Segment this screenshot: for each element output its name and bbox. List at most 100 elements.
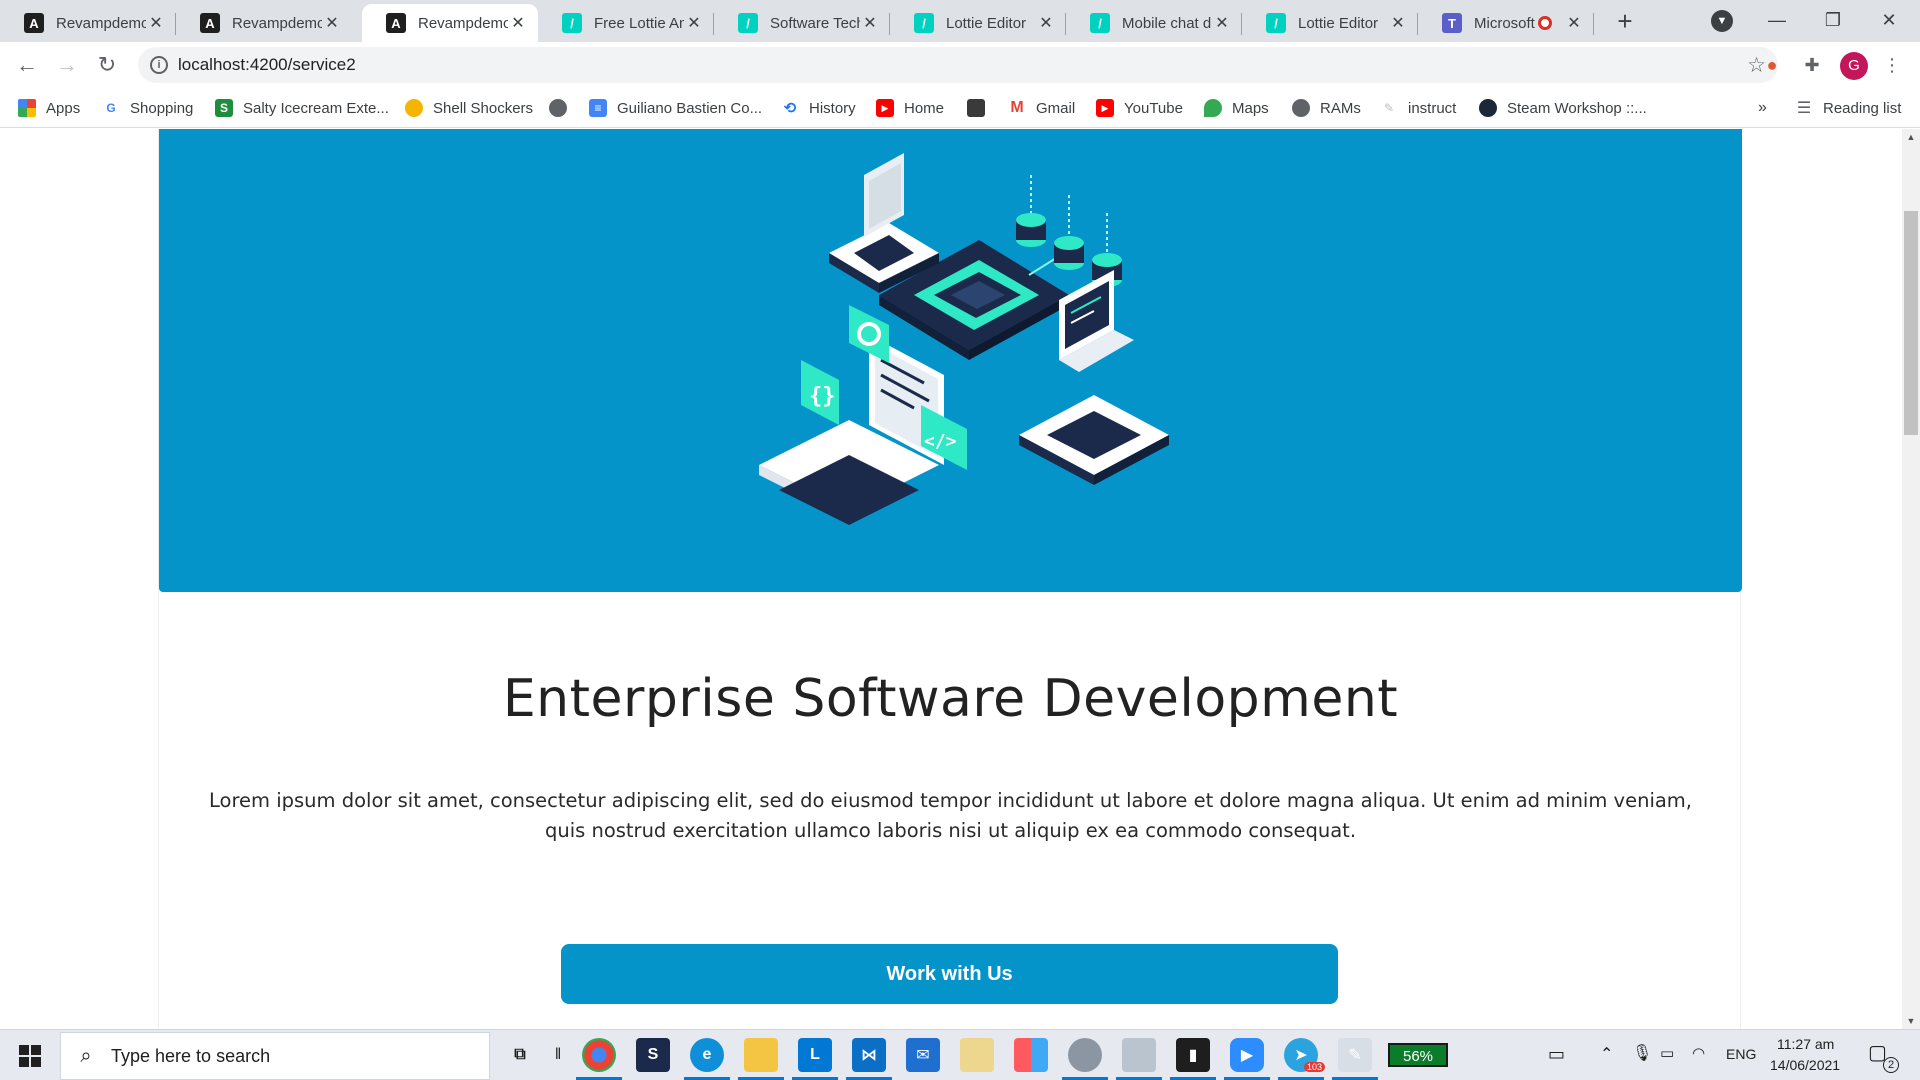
duckduckgo-extension-icon[interactable]: ● (1760, 53, 1784, 77)
tab-title: Lottie Editor (946, 14, 1027, 32)
angular-icon: A (24, 13, 44, 33)
bookmark-steam-workshop[interactable]: Steam Workshop ::... (1479, 96, 1647, 120)
bookmark-label: History (809, 99, 856, 117)
tab-mobile-chat[interactable]: / Mobile chat di ✕ (1066, 4, 1242, 42)
app-l-icon[interactable]: L (792, 1038, 838, 1080)
tab-microsoft-teams[interactable]: T Microsoft ✕ (1418, 4, 1594, 42)
tab-search-icon[interactable]: ▼ (1711, 10, 1733, 32)
bookmark-docs[interactable]: ≡ Guiliano Bastien Co... (589, 96, 762, 120)
reload-button[interactable]: ↻ (92, 50, 122, 80)
close-icon[interactable]: ✕ (508, 13, 528, 33)
url-text[interactable]: localhost:4200/service2 (178, 55, 356, 75)
tray-chevron-icon[interactable]: ⌃ (1600, 1044, 1613, 1064)
tab-software-tech[interactable]: / Software Techi ✕ (714, 4, 890, 42)
close-icon[interactable]: ✕ (1036, 13, 1056, 33)
bookmark-image[interactable] (967, 96, 995, 120)
edge-icon[interactable]: e (684, 1038, 730, 1080)
lottiefiles-icon: / (738, 13, 758, 33)
mail-icon[interactable]: ✉ (906, 1038, 940, 1072)
chrome-icon[interactable] (576, 1038, 622, 1080)
app-s-icon[interactable]: S (636, 1038, 670, 1072)
vscode-icon[interactable]: ⋈ (846, 1038, 892, 1080)
youtube-icon: ▶ (876, 99, 894, 117)
battery-icon[interactable]: ▭ (1660, 1044, 1674, 1062)
address-bar[interactable]: i localhost:4200/service2 ☆ (138, 47, 1778, 83)
task-view-icon[interactable]: ⧉ (503, 1038, 537, 1072)
work-with-us-button[interactable]: Work with Us (561, 944, 1338, 1004)
extension-icon: S (215, 99, 233, 117)
extensions-puzzle-icon[interactable]: ✚ (1800, 53, 1824, 77)
back-button[interactable]: ← (12, 50, 42, 80)
new-tab-button[interactable]: + (1610, 6, 1640, 36)
bookmark-home[interactable]: ▶ Home (876, 96, 944, 120)
bookmark-salty-icecream[interactable]: S Salty Icecream Exte... (215, 96, 389, 120)
bookmark-label: YouTube (1124, 99, 1183, 117)
zoom-icon[interactable]: ▶ (1224, 1038, 1270, 1080)
clock-time[interactable]: 11:27 am (1777, 1036, 1834, 1052)
start-button[interactable] (0, 1030, 60, 1080)
clock-date[interactable]: 14/06/2021 (1770, 1057, 1840, 1073)
bookmark-label: Maps (1232, 99, 1269, 117)
bookmark-label: RAMs (1320, 99, 1361, 117)
menu-kebab-icon[interactable]: ⋮ (1880, 53, 1904, 77)
bookmark-apps[interactable]: Apps (18, 96, 80, 120)
page-scrollbar[interactable]: ▲ ▼ (1902, 129, 1920, 1029)
taskbar-search[interactable]: ⌕ Type here to search (60, 1032, 490, 1080)
battery-meter[interactable]: 56% (1388, 1043, 1448, 1067)
news-icon[interactable]: ▭ (1548, 1044, 1565, 1065)
page-viewport: {} </> Enterprise Software Development L… (0, 129, 1902, 1029)
bookmark-label: Home (904, 99, 945, 117)
reading-list-button[interactable]: ☰ Reading list (1795, 96, 1902, 120)
terminal-icon[interactable]: ▮ (1170, 1038, 1216, 1080)
wifi-icon[interactable]: ◠ (1692, 1044, 1705, 1062)
close-icon[interactable]: ✕ (860, 13, 880, 33)
bookmark-globe[interactable] (549, 96, 577, 120)
tab-title: Mobile chat di (1122, 14, 1212, 32)
bookmark-gmail[interactable]: M Gmail (1008, 96, 1075, 120)
file-explorer-icon[interactable] (738, 1038, 784, 1080)
forward-button[interactable]: → (52, 50, 82, 80)
reading-list-label: Reading list (1823, 99, 1902, 117)
angular-icon: A (386, 13, 406, 33)
taskbar-divider-icon[interactable]: ‖ (541, 1038, 575, 1072)
close-icon[interactable]: ✕ (1388, 13, 1408, 33)
bookmark-youtube[interactable]: ▶ YouTube (1096, 96, 1183, 120)
close-icon[interactable]: ✕ (684, 13, 704, 33)
app-chart-icon[interactable] (1116, 1038, 1162, 1080)
site-info-icon[interactable]: i (150, 56, 168, 74)
scroll-thumb[interactable] (1904, 211, 1918, 435)
close-window-button[interactable]: ✕ (1864, 2, 1914, 38)
bookmark-shopping[interactable]: G Shopping (102, 96, 193, 120)
microphone-icon[interactable]: 🎙 (1632, 1043, 1652, 1063)
bookmarks-overflow-chevron[interactable]: » (1758, 96, 1767, 120)
app-yellow-icon[interactable] (960, 1038, 994, 1072)
bookmark-label: instruct (1408, 99, 1457, 117)
scroll-down-arrow-icon[interactable]: ▼ (1902, 1013, 1920, 1029)
bookmark-shell-shockers[interactable]: Shell Shockers (405, 96, 533, 120)
tab-revampdemo-active[interactable]: A Revampdemo ✕ (362, 4, 538, 42)
bookmark-history[interactable]: ⟲ History (781, 96, 856, 120)
close-icon[interactable]: ✕ (322, 13, 342, 33)
tab-revampdemo-2[interactable]: A Revampdemo ✕ (176, 4, 352, 42)
app-disc-icon[interactable] (1062, 1038, 1108, 1080)
globe-icon (1292, 99, 1310, 117)
bookmark-instruct[interactable]: ✎ instruct (1380, 96, 1456, 120)
close-icon[interactable]: ✕ (1564, 13, 1584, 33)
scroll-up-arrow-icon[interactable]: ▲ (1902, 129, 1920, 145)
app-split-icon[interactable] (1014, 1038, 1048, 1072)
bookmark-maps[interactable]: Maps (1204, 96, 1269, 120)
language-indicator[interactable]: ENG (1726, 1046, 1756, 1062)
teams-icon: T (1442, 13, 1462, 33)
restore-button[interactable]: ❐ (1808, 2, 1858, 38)
tab-revampdemo-1[interactable]: A Revampdemo ✕ (0, 4, 176, 42)
minimize-button[interactable]: — (1752, 2, 1802, 38)
close-icon[interactable]: ✕ (146, 13, 166, 33)
tab-lottie-editor-2[interactable]: / Lottie Editor ✕ (1242, 4, 1418, 42)
bookmark-rams[interactable]: RAMs (1292, 96, 1361, 120)
profile-avatar[interactable]: G (1840, 52, 1868, 80)
close-icon[interactable]: ✕ (1212, 13, 1232, 33)
tab-lottie-free[interactable]: / Free Lottie Ani ✕ (538, 4, 714, 42)
tab-title: Revampdemo (232, 14, 322, 32)
tab-lottie-editor-1[interactable]: / Lottie Editor ✕ (890, 4, 1066, 42)
paint-icon[interactable]: ✎ (1332, 1038, 1378, 1080)
